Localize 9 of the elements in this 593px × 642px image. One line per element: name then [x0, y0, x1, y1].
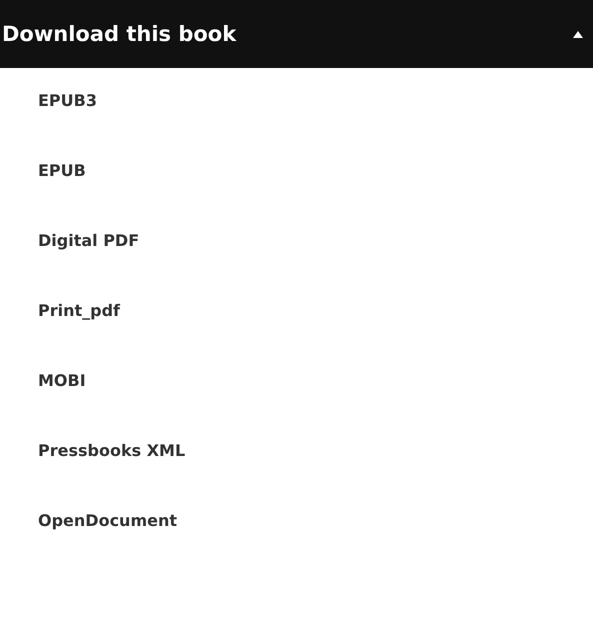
download-link[interactable]: EPUB3: [38, 90, 97, 110]
download-link[interactable]: Digital PDF: [38, 230, 140, 250]
download-link[interactable]: Print_pdf: [38, 300, 120, 320]
dropdown-header[interactable]: Download this book: [0, 0, 593, 68]
download-link[interactable]: Pressbooks XML: [38, 440, 186, 460]
download-link[interactable]: EPUB: [38, 160, 86, 180]
download-link[interactable]: MOBI: [38, 370, 86, 390]
download-link[interactable]: OpenDocument: [38, 510, 178, 530]
caret-icon: [573, 30, 583, 38]
